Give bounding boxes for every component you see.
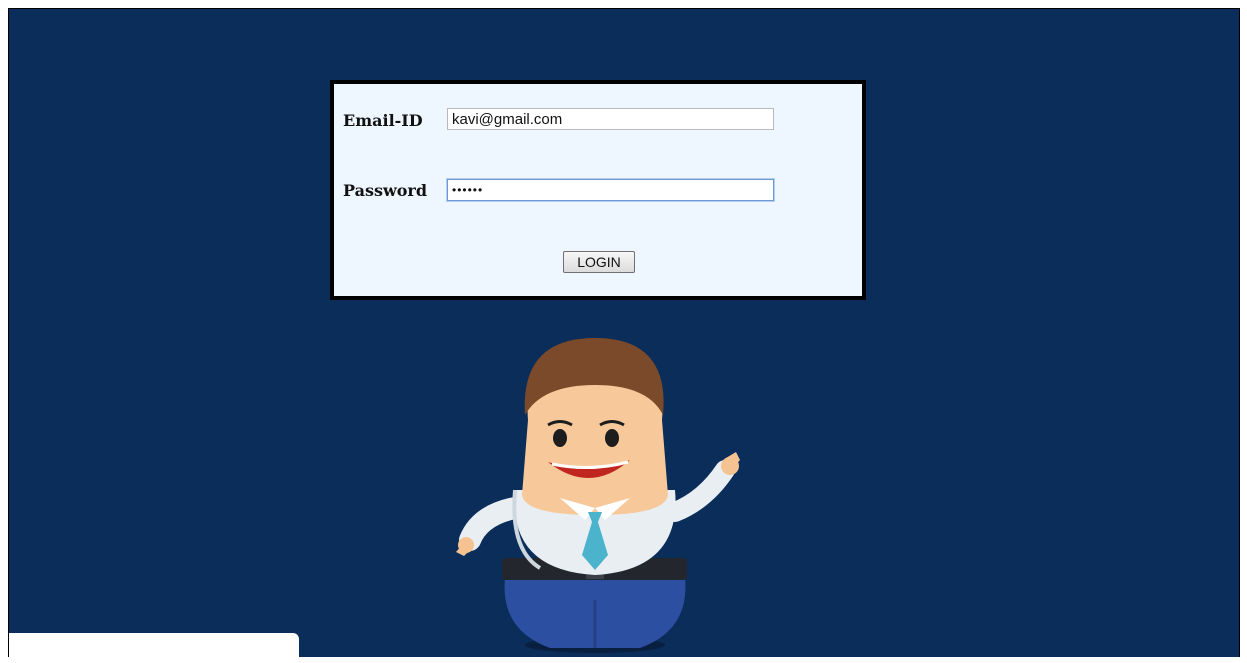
bottom-card (9, 633, 299, 663)
login-button[interactable]: LOGIN (563, 251, 635, 273)
waving-man-mascot-icon (456, 338, 740, 653)
login-panel: Email-ID Password LOGIN (330, 80, 866, 300)
password-input[interactable] (447, 179, 774, 201)
email-label: Email-ID (343, 111, 423, 130)
password-label: Password (343, 181, 428, 200)
email-input[interactable] (447, 108, 774, 130)
